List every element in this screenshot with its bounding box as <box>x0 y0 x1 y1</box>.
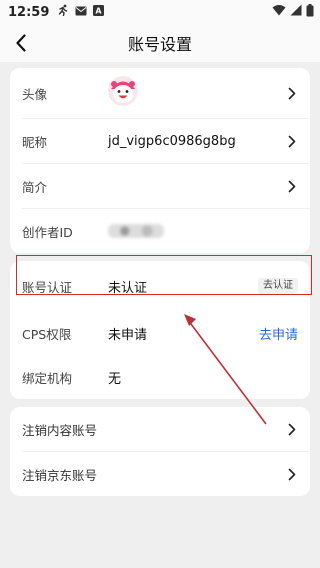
redacted-creator-id <box>108 224 164 238</box>
nickname-value: jd_vigp6c0986g8bg <box>108 133 236 149</box>
bind-org-value: 无 <box>108 371 122 387</box>
cps-value: 未申请 <box>108 327 148 343</box>
avatar-label: 头像 <box>22 86 48 102</box>
cps-row: CPS权限 未申请 去申请 <box>10 311 310 355</box>
avatar <box>108 76 138 106</box>
intro-row[interactable]: 简介 <box>10 164 310 208</box>
cancel-content-account-label: 注销内容账号 <box>22 422 98 438</box>
creator-id-label: 创作者ID <box>22 224 73 240</box>
cancel-content-account-row[interactable]: 注销内容账号 <box>10 407 310 451</box>
creator-id-row: 创作者ID <box>10 209 310 253</box>
nickname-label: 昵称 <box>22 134 48 150</box>
wifi-icon <box>272 4 286 20</box>
avatar-row[interactable]: 头像 <box>10 68 310 118</box>
nav-bar: 账号设置 <box>0 24 320 62</box>
svg-text:A: A <box>96 6 103 15</box>
chevron-right-icon <box>286 467 298 481</box>
apply-cps-link[interactable]: 去申请 <box>259 324 298 343</box>
a-icon: A <box>93 4 105 20</box>
chevron-right-icon <box>286 86 298 100</box>
nickname-row[interactable]: 昵称 jd_vigp6c0986g8bg <box>10 119 310 163</box>
highlight-box <box>16 255 312 295</box>
intro-label: 简介 <box>22 179 48 195</box>
bind-org-label: 绑定机构 <box>22 370 73 386</box>
chevron-right-icon <box>286 179 298 193</box>
page-title: 账号设置 <box>127 35 192 54</box>
cancel-jd-account-row[interactable]: 注销京东账号 <box>10 452 310 496</box>
running-icon <box>57 4 69 20</box>
chevron-left-icon[interactable] <box>8 30 34 56</box>
account-card: 注销内容账号 注销京东账号 <box>10 407 310 496</box>
cps-label: CPS权限 <box>22 326 72 342</box>
status-time: 12:59 <box>8 4 50 20</box>
battery-icon <box>306 3 314 21</box>
bind-org-row: 绑定机构 无 <box>10 355 310 399</box>
signal-icon <box>290 4 302 20</box>
profile-card: 头像 昵称 jd_vigp6c0986g8bg 简介 创作者ID <box>10 68 310 253</box>
cancel-jd-account-label: 注销京东账号 <box>22 467 98 483</box>
chevron-right-icon <box>286 134 298 148</box>
status-bar: 12:59 A <box>0 0 320 24</box>
chevron-right-icon <box>286 422 298 436</box>
mail-icon <box>75 5 87 20</box>
